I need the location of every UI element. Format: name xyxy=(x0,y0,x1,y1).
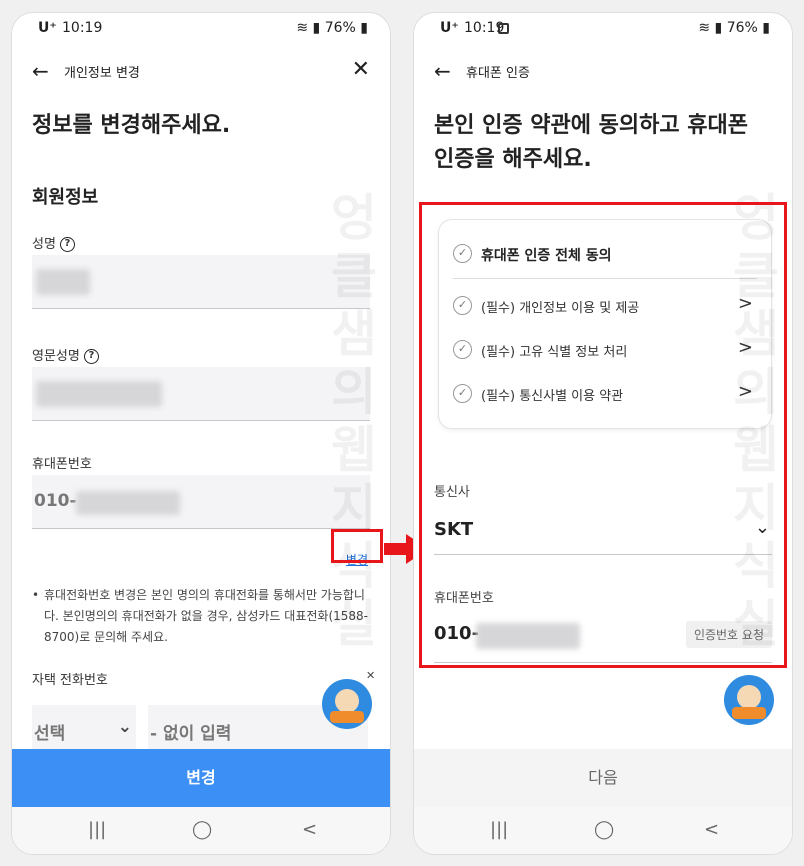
close-icon[interactable]: ✕ xyxy=(352,57,370,82)
battery-level: 76% xyxy=(726,20,758,36)
battery-icon: ▮ xyxy=(360,20,368,36)
system-nav-bar: ||| ◯ < xyxy=(414,807,792,854)
status-bar: U⁺ 10:19 ≋ ▮ 76% ▮ xyxy=(12,13,390,45)
page-title-line-1: 본인 인증 약관에 동의하고 휴대폰 xyxy=(434,113,748,138)
phone-field[interactable]: 010- xyxy=(32,475,370,529)
home-phone-placeholder: - 없이 입력 xyxy=(150,724,232,744)
next-button[interactable]: 다음 xyxy=(414,749,792,807)
home-icon[interactable]: ◯ xyxy=(192,819,212,840)
back-nav-icon[interactable]: < xyxy=(704,819,719,840)
app-bar-title: 개인정보 변경 xyxy=(64,66,140,81)
status-icons: ≋ ▮ 76% ▮ xyxy=(698,20,770,36)
change-button[interactable]: 변경 xyxy=(12,749,390,807)
app-bar-title: 휴대폰 인증 xyxy=(466,66,530,81)
status-icons: ≋ ▮ 76% ▮ xyxy=(296,20,368,36)
phone-label: 휴대폰번호 xyxy=(32,457,92,472)
highlight-box-change-link xyxy=(331,529,383,563)
battery-icon: ▮ xyxy=(762,20,770,36)
left-phone-screen: U⁺ 10:19 ≋ ▮ 76% ▮ ← 개인정보 변경 ✕ 정보를 변경해주세… xyxy=(11,12,391,855)
mascot-scarf xyxy=(732,707,766,719)
blurred-phone-number xyxy=(76,491,180,515)
bullet: • xyxy=(32,588,40,602)
recents-icon[interactable]: ||| xyxy=(490,819,508,840)
help-icon[interactable]: ? xyxy=(83,349,99,364)
select-value: 선택 xyxy=(34,724,66,744)
recents-icon[interactable]: ||| xyxy=(88,819,106,840)
chevron-down-icon: ⌄ xyxy=(117,717,132,737)
name-label: 성명? xyxy=(32,233,75,252)
chatbot-mascot-avatar[interactable] xyxy=(724,675,774,725)
signal-icon: ▮ xyxy=(312,20,321,36)
page-title: 본인 인증 약관에 동의하고 휴대폰 인증을 해주세요. xyxy=(434,109,748,177)
gallery-icon xyxy=(498,23,509,34)
carrier-indicator: U⁺ xyxy=(440,20,459,36)
back-arrow-icon[interactable]: ← xyxy=(32,59,49,83)
wifi-icon: ≋ xyxy=(698,20,711,36)
name-field[interactable] xyxy=(32,255,370,309)
app-bar: ← 개인정보 변경 ✕ xyxy=(12,53,390,91)
section-title: 회원정보 xyxy=(32,187,99,208)
system-nav-bar: ||| ◯ < xyxy=(12,807,390,854)
mascot-close-icon[interactable]: ✕ xyxy=(366,669,375,682)
phone-change-notice: • 휴대전화번호 변경은 본인 명의의 휴대전화를 통해서만 가능합니다. 본인… xyxy=(32,585,368,648)
eng-name-label: 영문성명? xyxy=(32,345,99,364)
blurred-name xyxy=(36,269,90,295)
phone-prefix: 010- xyxy=(34,491,77,511)
home-phone-label: 자택 전화번호 xyxy=(32,673,108,688)
eng-name-field[interactable] xyxy=(32,367,370,421)
app-bar: ← 휴대폰 인증 xyxy=(414,53,792,91)
status-bar: U⁺ 10:19 ≋ ▮ 76% ▮ xyxy=(414,13,792,45)
highlight-box-verification-area xyxy=(419,202,787,668)
mascot-face xyxy=(335,689,359,713)
status-time: 10:19 xyxy=(62,20,103,36)
notice-text: 휴대전화번호 변경은 본인 명의의 휴대전화를 통해서만 가능합니다. 본인명의… xyxy=(44,588,368,644)
help-icon[interactable]: ? xyxy=(59,237,75,252)
mascot-face xyxy=(737,685,761,709)
back-arrow-icon[interactable]: ← xyxy=(434,59,451,83)
mascot-scarf xyxy=(330,711,364,723)
page-title: 정보를 변경해주세요. xyxy=(32,113,231,138)
home-icon[interactable]: ◯ xyxy=(594,819,614,840)
battery-level: 76% xyxy=(324,20,356,36)
name-label-text: 성명 xyxy=(32,237,56,252)
eng-name-label-text: 영문성명 xyxy=(32,349,80,364)
carrier-indicator: U⁺ xyxy=(38,20,57,36)
back-nav-icon[interactable]: < xyxy=(302,819,317,840)
page-title-line-2: 인증을 해주세요. xyxy=(434,147,592,172)
blurred-eng-name xyxy=(36,381,162,407)
wifi-icon: ≋ xyxy=(296,20,309,36)
chatbot-mascot-avatar[interactable] xyxy=(322,679,372,729)
signal-icon: ▮ xyxy=(714,20,723,36)
